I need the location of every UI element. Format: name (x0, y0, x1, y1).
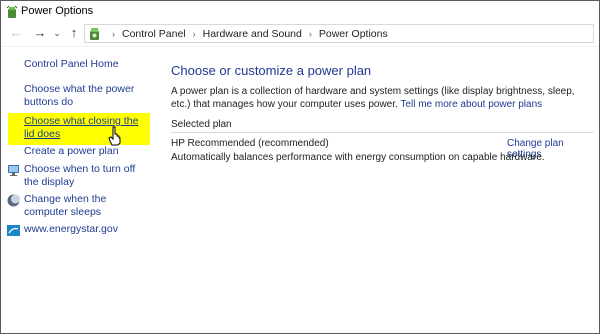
main-content: Choose or customize a power plan A power… (158, 47, 599, 333)
sidebar-item-control-panel-home[interactable]: Control Panel Home (24, 58, 119, 71)
control-panel-icon (90, 28, 99, 40)
plan-name[interactable]: HP Recommended (recommended) (171, 138, 329, 149)
page-description: A power plan is a collection of hardware… (171, 85, 591, 111)
forward-arrow-icon[interactable]: → (31, 24, 49, 42)
monitor-icon (8, 165, 19, 176)
breadcrumb-separator-icon: › (112, 28, 115, 39)
sidebar-item-create-power-plan[interactable]: Create a power plan (24, 145, 119, 158)
recent-locations-chevron-icon[interactable]: ⌄ (51, 24, 63, 42)
page-title: Choose or customize a power plan (171, 63, 372, 78)
breadcrumb-hardware-and-sound[interactable]: Hardware and Sound (203, 28, 302, 40)
sidebar-item-power-buttons[interactable]: Choose what the power buttons do (24, 83, 149, 109)
learn-more-link[interactable]: Tell me more about power plans (400, 99, 542, 110)
window: Power Options ← → ⌄ ↑ › Control Panel › … (0, 0, 600, 334)
breadcrumb-separator-icon: › (308, 28, 312, 39)
breadcrumb-power-options[interactable]: Power Options (319, 28, 388, 40)
breadcrumb-separator-icon: › (192, 28, 196, 39)
energystar-icon (7, 225, 20, 236)
window-title: Power Options (21, 5, 94, 17)
sidebar-item-closing-lid[interactable]: Choose what closing the lid does (24, 115, 149, 141)
plan-description: Automatically balances performance with … (171, 152, 545, 163)
back-arrow-icon[interactable]: ← (7, 24, 25, 42)
address-bar[interactable]: › Control Panel › Hardware and Sound › P… (84, 24, 594, 43)
breadcrumb-control-panel[interactable]: Control Panel (122, 28, 186, 40)
sidebar-item-energystar-link[interactable]: www.energystar.gov (24, 223, 118, 236)
moon-icon (7, 194, 20, 207)
hand-pointer-cursor-icon (108, 126, 121, 146)
selected-plan-heading: Selected plan (171, 119, 232, 130)
up-arrow-icon[interactable]: ↑ (65, 24, 83, 42)
navigation-bar: ← → ⌄ ↑ › Control Panel › Hardware and S… (1, 23, 599, 45)
sidebar-item-turn-off-display[interactable]: Choose when to turn off the display (24, 163, 149, 189)
breadcrumb: › Control Panel › Hardware and Sound › P… (105, 25, 388, 42)
title-bar: Power Options (1, 1, 599, 23)
power-options-icon (6, 5, 18, 18)
section-divider (171, 132, 594, 133)
sidebar-item-computer-sleeps[interactable]: Change when the computer sleeps (24, 193, 149, 219)
sidebar: Control Panel Home Choose what the power… (1, 47, 158, 333)
